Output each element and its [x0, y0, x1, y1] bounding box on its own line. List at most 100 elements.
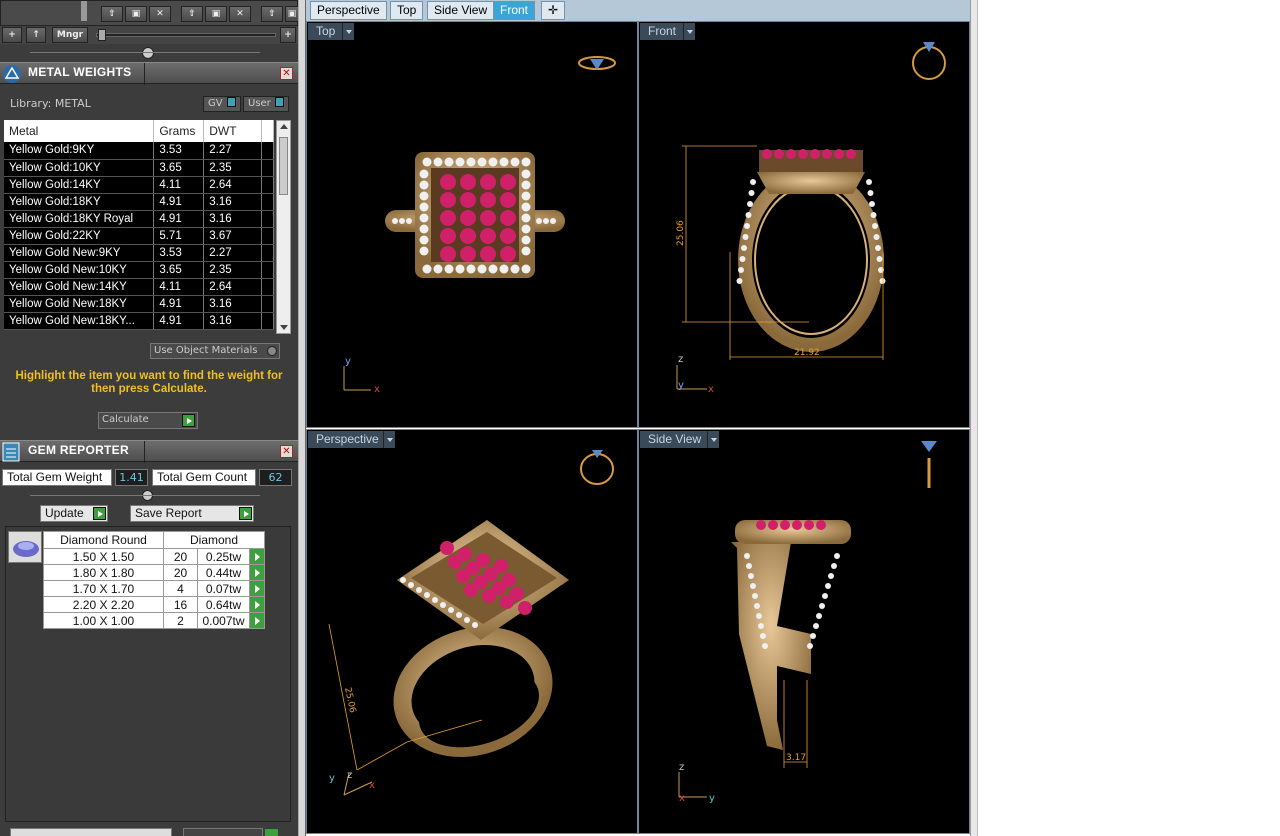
metal-cell-grams: 4.91 [153, 193, 205, 211]
calculate-go-button[interactable] [182, 414, 195, 427]
diamond-stone [400, 577, 406, 583]
viewport-side-dropdown[interactable] [707, 431, 719, 448]
user-toggle[interactable]: User [243, 96, 289, 112]
metal-row[interactable]: Yellow Gold New:10KY 3.65 2.35 [4, 261, 274, 279]
diamond-stone [433, 264, 443, 274]
collapse-arrow-icon[interactable] [142, 47, 154, 59]
scrollbar-handle[interactable] [81, 1, 87, 21]
viewport-front[interactable]: 25.06 21.92 z y x Front [638, 21, 970, 428]
gem-select-button[interactable] [249, 548, 265, 565]
diamond-stone [406, 218, 412, 224]
up-button-3[interactable]: ⇧ [261, 6, 283, 22]
gem-select-button[interactable] [249, 580, 265, 597]
gv-toggle[interactable]: GV [203, 96, 241, 112]
metal-row[interactable]: Yellow Gold:22KY 5.71 3.67 [4, 227, 274, 245]
diamond-stone [392, 218, 398, 224]
metal-row[interactable]: Yellow Gold:14KY 4.11 2.64 [4, 176, 274, 194]
close-metal-weights-button[interactable]: ✕ [280, 67, 293, 80]
gem-select-button[interactable] [249, 612, 265, 629]
material-dropdown[interactable] [10, 828, 172, 836]
col-grams[interactable]: Grams [153, 120, 205, 142]
metal-cell-spacer [261, 295, 274, 313]
metal-row[interactable]: Yellow Gold:10KY 3.65 2.35 [4, 159, 274, 177]
viewport-top[interactable]: y x Top [306, 21, 638, 428]
tab-front[interactable]: Front [493, 1, 536, 20]
move-up-button[interactable]: ↑ [26, 27, 46, 43]
gem-select-button[interactable] [249, 564, 265, 581]
manager-button[interactable]: Mngr [52, 27, 88, 43]
material-dropdown-2[interactable] [183, 828, 263, 836]
diamond-stone [834, 553, 840, 559]
close-gem-reporter-button[interactable]: ✕ [280, 445, 293, 458]
viewport-side[interactable]: 3.17 z x y Side View [638, 429, 970, 834]
metal-row[interactable]: Yellow Gold:9KY 3.53 2.27 [4, 142, 274, 160]
col-diamond: Diamond [163, 531, 265, 549]
scroll-thumb[interactable] [279, 137, 288, 195]
gem-row[interactable]: 1.50 X 1.50 20 0.25tw [43, 548, 265, 565]
diamond-stone [807, 643, 813, 649]
save-icon[interactable]: ▣ [125, 6, 147, 22]
ruby-stone [756, 520, 766, 530]
diamond-stone [822, 593, 828, 599]
up-button-2[interactable]: ⇧ [181, 6, 203, 22]
gem-row[interactable]: 1.70 X 1.70 4 0.07tw [43, 580, 265, 597]
diamond-stone [742, 234, 749, 240]
viewport-top-label[interactable]: Top [308, 23, 344, 40]
viewport-side-label[interactable]: Side View [640, 431, 710, 448]
tab-top[interactable]: Top [390, 1, 424, 20]
use-object-materials-toggle[interactable]: Use Object Materials [150, 343, 280, 359]
col-spacer [261, 120, 274, 142]
close-icon[interactable]: ✕ [149, 6, 171, 22]
gem-row[interactable]: 2.20 X 2.20 16 0.64tw [43, 596, 265, 613]
viewport-top-dropdown[interactable] [342, 23, 354, 40]
col-dwt[interactable]: DWT [203, 120, 263, 142]
scroll-up-icon[interactable] [280, 124, 288, 129]
radio-icon[interactable] [267, 346, 277, 356]
up-button[interactable]: ⇧ [101, 6, 123, 22]
diamond-stone [416, 587, 422, 593]
viewport-perspective[interactable]: 25.06 y z x Perspective [306, 429, 638, 834]
add-tab-button[interactable]: ✛ [541, 1, 565, 20]
close-icon-2[interactable]: ✕ [229, 6, 251, 22]
viewport-perspective-label[interactable]: Perspective [308, 431, 387, 448]
metal-row[interactable]: Yellow Gold New:18KY... 4.91 3.16 [4, 312, 274, 330]
slider-thumb[interactable] [98, 29, 106, 41]
scroll-down-icon[interactable] [280, 325, 288, 330]
slider-track[interactable] [96, 33, 276, 37]
tab-side-view[interactable]: Side View [427, 1, 495, 20]
update-go-button[interactable] [93, 507, 106, 520]
gv-checkbox[interactable] [226, 97, 236, 107]
add-button[interactable]: + [2, 27, 22, 43]
gem-row[interactable]: 1.00 X 1.00 2 0.007tw [43, 612, 265, 629]
metal-row[interactable]: Yellow Gold:18KY 4.91 3.16 [4, 193, 274, 211]
gem-cell-weight: 0.64tw [197, 596, 250, 613]
metal-row[interactable]: Yellow Gold New:18KY 4.91 3.16 [4, 295, 274, 313]
metal-row[interactable]: Yellow Gold:18KY Royal 4.91 3.16 [4, 210, 274, 228]
metal-row[interactable]: Yellow Gold New:9KY 3.53 2.27 [4, 244, 274, 262]
save-icon-3[interactable]: ▣ [285, 6, 298, 22]
tab-perspective[interactable]: Perspective [310, 1, 387, 20]
plus-button[interactable]: + [280, 27, 296, 43]
viewport-perspective-dropdown[interactable] [383, 431, 395, 448]
save-icon-2[interactable]: ▣ [205, 6, 227, 22]
ruby-stone [460, 228, 476, 244]
diamond-stone [472, 622, 478, 628]
col-metal[interactable]: Metal [4, 120, 155, 142]
material-go[interactable] [265, 829, 278, 836]
save-report-go-button[interactable] [239, 507, 252, 520]
gem-cell-size: 1.50 X 1.50 [43, 548, 164, 565]
metal-row[interactable]: Yellow Gold New:14KY 4.11 2.64 [4, 278, 274, 296]
diamond-stone [756, 613, 762, 619]
gem-select-button[interactable] [249, 596, 265, 613]
metal-cell-dwt: 2.64 [203, 278, 263, 296]
panel-splitter[interactable] [298, 0, 306, 836]
metal-scrollbar[interactable] [276, 120, 291, 334]
axis-x-label: x [708, 384, 714, 395]
gem-row[interactable]: 1.80 X 1.80 20 0.44tw [43, 564, 265, 581]
save-report-button[interactable]: Save Report [130, 505, 254, 522]
viewport-front-dropdown[interactable] [683, 23, 695, 40]
viewport-front-label[interactable]: Front [640, 23, 685, 40]
gem-report-icon [2, 442, 20, 462]
gem-cell-weight: 0.007tw [197, 612, 250, 629]
user-checkbox[interactable] [274, 97, 284, 107]
